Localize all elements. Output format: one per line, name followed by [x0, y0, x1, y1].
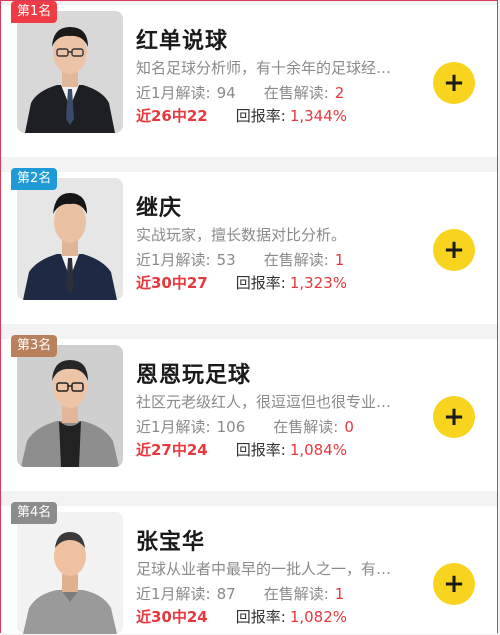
- follow-plus-icon[interactable]: +: [433, 62, 475, 104]
- recent-count: 53: [216, 251, 236, 269]
- expert-name[interactable]: 继庆: [136, 190, 182, 222]
- rank-badge: 第1名: [11, 1, 58, 23]
- hit-streak: 近26中22: [136, 107, 208, 125]
- hit-streak: 近27中24: [136, 441, 208, 459]
- recent-label: 近1月解读:: [136, 585, 211, 603]
- onsale-count: 1: [334, 585, 345, 603]
- expert-name[interactable]: 红单说球: [136, 23, 228, 55]
- recent-count: 106: [216, 418, 246, 436]
- recent-label: 近1月解读:: [136, 251, 211, 269]
- expert-record: 近26中22 回报率: 1,344%: [136, 105, 347, 126]
- onsale-count: 1: [334, 251, 345, 269]
- return-rate: 1,344%: [289, 107, 348, 125]
- avatar-photo: [17, 11, 123, 133]
- return-rate: 1,082%: [289, 608, 348, 626]
- recent-label: 近1月解读:: [136, 84, 211, 102]
- hit-streak: 近30中27: [136, 274, 208, 292]
- return-label: 回报率:: [235, 107, 286, 125]
- return-rate: 1,323%: [289, 274, 348, 292]
- avatar-photo: [17, 512, 123, 634]
- return-label: 回报率:: [235, 274, 286, 292]
- expert-card[interactable]: 第4名 张宝华 足球从业者中最早的一批人之一，有… 近1月解读: 87 在售解读: 1…: [1, 502, 497, 634]
- return-label: 回报率:: [235, 608, 286, 626]
- expert-record: 近30中27 回报率: 1,323%: [136, 272, 347, 293]
- rank-badge: 第3名: [11, 335, 58, 357]
- follow-plus-icon[interactable]: +: [433, 229, 475, 271]
- expert-stats: 近1月解读: 87 在售解读: 1: [136, 583, 344, 604]
- onsale-label: 在售解读:: [263, 251, 329, 269]
- expert-record: 近30中24 回报率: 1,082%: [136, 606, 347, 627]
- hit-streak: 近30中24: [136, 608, 208, 626]
- expert-avatar[interactable]: [17, 11, 123, 133]
- expert-card[interactable]: 第2名 继庆 实战玩家，擅长数据对比分析。 近1月解读: 53 在售解读: 1 近30…: [1, 168, 497, 324]
- expert-stats: 近1月解读: 94 在售解读: 2: [136, 82, 344, 103]
- expert-stats: 近1月解读: 53 在售解读: 1: [136, 249, 344, 270]
- follow-plus-icon[interactable]: +: [433, 396, 475, 438]
- rank-badge: 第4名: [11, 502, 58, 524]
- expert-description: 实战玩家，擅长数据对比分析。: [136, 226, 347, 244]
- expert-description: 社区元老级红人，很逗逗但也很专业…: [136, 393, 392, 411]
- expert-description: 足球从业者中最早的一批人之一，有…: [136, 560, 392, 578]
- expert-record: 近27中24 回报率: 1,084%: [136, 439, 347, 460]
- expert-name[interactable]: 恩恩玩足球: [136, 357, 251, 389]
- avatar-photo: [17, 178, 123, 300]
- recent-count: 87: [216, 585, 236, 603]
- rank-badge: 第2名: [11, 168, 58, 190]
- expert-avatar[interactable]: [17, 512, 123, 634]
- expert-avatar[interactable]: [17, 178, 123, 300]
- onsale-label: 在售解读:: [263, 585, 329, 603]
- return-rate: 1,084%: [289, 441, 348, 459]
- follow-plus-icon[interactable]: +: [433, 563, 475, 605]
- avatar-photo: [17, 345, 123, 467]
- onsale-count: 0: [344, 418, 354, 436]
- onsale-label: 在售解读:: [273, 418, 339, 436]
- return-label: 回报率:: [235, 441, 286, 459]
- expert-card[interactable]: 第3名 恩恩玩足球 社区元老级红人，很逗逗但也很专业… 近1月解读: 106 在售解…: [1, 335, 497, 491]
- expert-avatar[interactable]: [17, 345, 123, 467]
- expert-card[interactable]: 第1名 红单说球 知名足球分析师，有十余年的足球经… 近1月解读: 94 在售解读:…: [1, 1, 497, 157]
- recent-label: 近1月解读:: [136, 418, 211, 436]
- recent-count: 94: [216, 84, 236, 102]
- expert-name[interactable]: 张宝华: [136, 524, 205, 556]
- expert-stats: 近1月解读: 106 在售解读: 0: [136, 416, 354, 437]
- onsale-count: 2: [334, 84, 345, 102]
- expert-description: 知名足球分析师，有十余年的足球经…: [136, 59, 392, 77]
- onsale-label: 在售解读:: [263, 84, 329, 102]
